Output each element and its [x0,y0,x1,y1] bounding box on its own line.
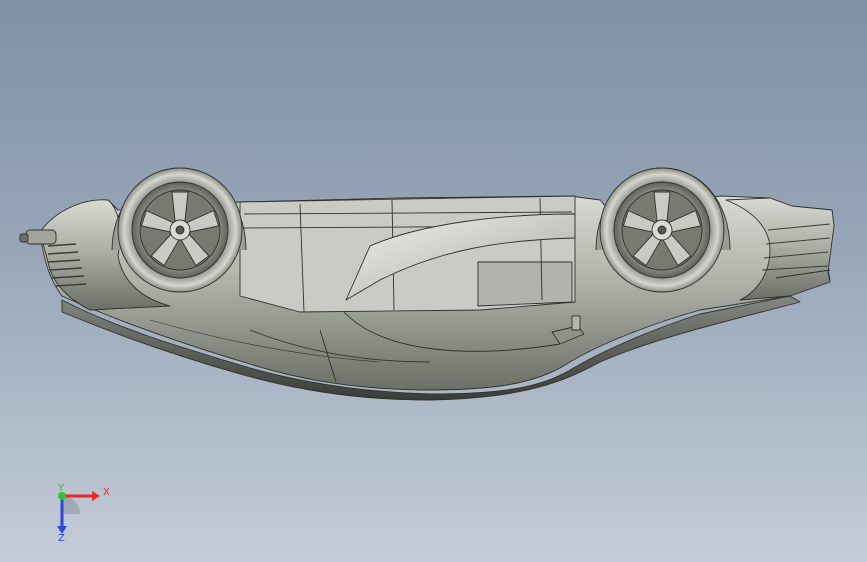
exhaust-tip [25,229,57,245]
triad-z-label: Z [58,533,65,544]
orientation-triad[interactable]: X Y Z [40,478,120,548]
triad-x-label: X [103,487,110,498]
front-wheel[interactable] [599,167,725,293]
triad-y-label: Y [58,483,65,494]
graphics-viewport[interactable]: X Y Z [0,0,867,562]
car-model[interactable] [0,0,867,562]
rear-wheel[interactable] [117,167,243,293]
